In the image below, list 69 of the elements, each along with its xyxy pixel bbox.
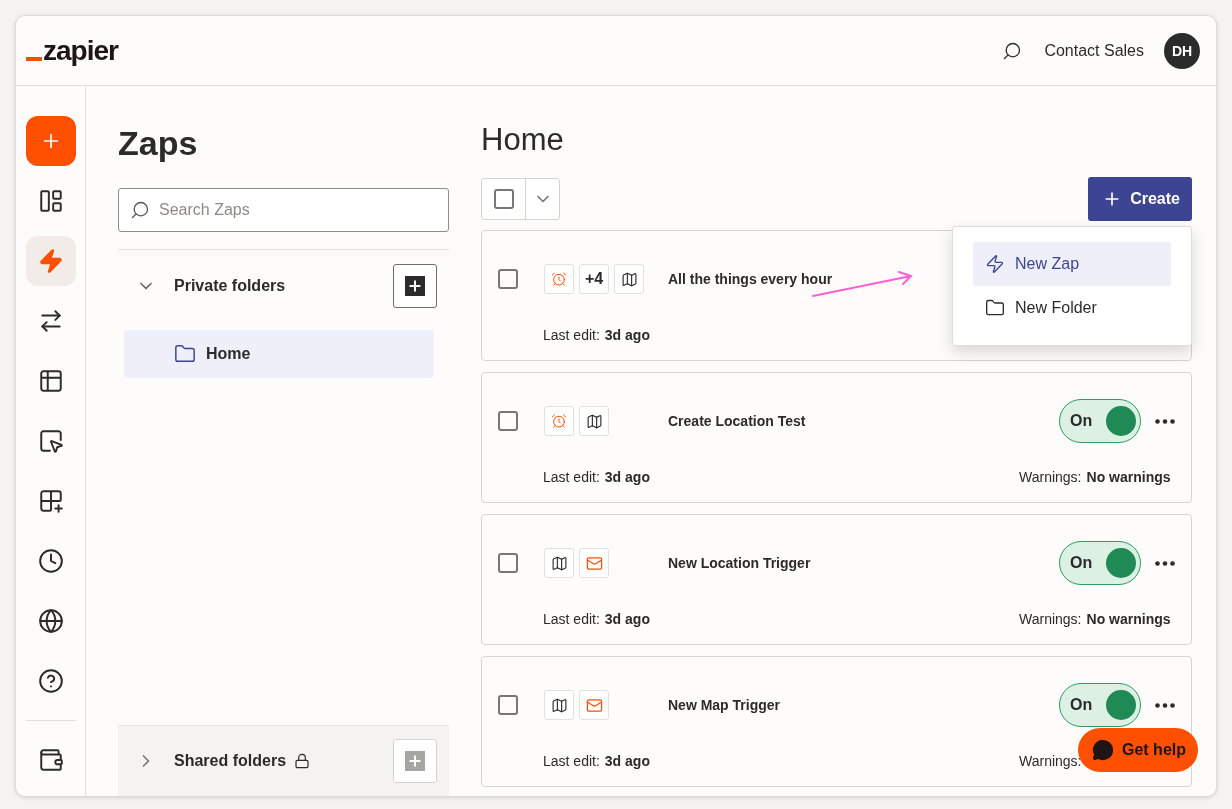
more-icon bbox=[1155, 418, 1175, 424]
mail-icon bbox=[585, 554, 603, 572]
folder-item[interactable]: Home bbox=[124, 330, 434, 378]
menu-item[interactable]: New Zap bbox=[973, 242, 1171, 286]
map-icon bbox=[585, 412, 603, 430]
zap-name[interactable]: New Map Trigger bbox=[668, 697, 781, 713]
apps-grid-icon bbox=[37, 488, 64, 514]
warnings-text: Warnings: No warnings bbox=[1019, 469, 1172, 485]
folder-title: Home bbox=[481, 121, 565, 159]
contact-sales-link[interactable]: Contact Sales bbox=[1044, 41, 1144, 60]
create-button[interactable] bbox=[25, 116, 76, 166]
add-folder-button[interactable] bbox=[393, 264, 437, 308]
checkbox[interactable] bbox=[498, 269, 518, 289]
more-apps-count: +4 bbox=[579, 264, 609, 294]
page-title: Zaps bbox=[118, 124, 199, 163]
create-button[interactable]: Create bbox=[1088, 177, 1192, 221]
plus-icon bbox=[405, 751, 425, 771]
plus-icon bbox=[405, 276, 425, 296]
globe-icon bbox=[37, 608, 64, 634]
lightning-bolt-icon bbox=[37, 248, 64, 274]
logo[interactable]: zapier bbox=[43, 34, 118, 67]
logo-underscore-icon bbox=[26, 56, 42, 61]
chat-bubble-icon bbox=[1092, 739, 1114, 761]
zap-name[interactable]: New Location Trigger bbox=[668, 555, 811, 571]
clock-icon bbox=[37, 548, 64, 574]
checkbox[interactable] bbox=[498, 695, 518, 715]
zaps-nav-button[interactable] bbox=[25, 236, 76, 286]
select-all-checkbox[interactable] bbox=[493, 189, 514, 209]
zap-name[interactable]: All the things every hour bbox=[668, 271, 833, 287]
zap-card[interactable]: Create Location Test On Last edit: 3d ago Warnings: No warnings bbox=[481, 372, 1192, 503]
last-edit-text: Last edit: 3d ago bbox=[543, 469, 650, 485]
mail-icon bbox=[585, 696, 603, 714]
wallet-icon bbox=[37, 747, 64, 773]
checkbox[interactable] bbox=[498, 411, 518, 431]
dashboard-icon bbox=[37, 188, 64, 214]
section-label: Shared folders bbox=[174, 752, 287, 770]
search-icon bbox=[130, 200, 150, 220]
lightning-bolt-icon bbox=[985, 254, 1005, 274]
checkbox[interactable] bbox=[498, 553, 518, 573]
more-icon bbox=[1155, 702, 1175, 708]
more-options-button[interactable] bbox=[1155, 418, 1175, 424]
get-help-button[interactable]: Get help bbox=[1078, 728, 1198, 772]
folder-icon bbox=[174, 343, 196, 365]
last-edit-text: Last edit: 3d ago bbox=[543, 327, 650, 343]
on-off-toggle[interactable]: On bbox=[1059, 683, 1141, 727]
zap-card[interactable]: New Location Trigger On Last edit: 3d ago Warnings: No warnings bbox=[481, 514, 1192, 645]
map-icon bbox=[620, 270, 638, 288]
on-off-toggle[interactable]: On bbox=[1059, 399, 1141, 443]
zap-name[interactable]: Create Location Test bbox=[668, 413, 806, 429]
help-icon bbox=[37, 668, 64, 694]
table-icon bbox=[37, 368, 64, 394]
more-options-button[interactable] bbox=[1155, 702, 1175, 708]
more-icon bbox=[1155, 560, 1175, 566]
more-options-button[interactable] bbox=[1155, 560, 1175, 566]
map-icon bbox=[550, 554, 568, 572]
warnings-text: Warnings: No warnings bbox=[1019, 611, 1172, 627]
map-icon bbox=[550, 696, 568, 714]
search-icon[interactable] bbox=[1002, 40, 1023, 61]
alarm-clock-icon bbox=[551, 413, 567, 429]
folder-icon bbox=[985, 298, 1005, 318]
avatar[interactable]: DH bbox=[1164, 32, 1200, 69]
on-off-toggle[interactable]: On bbox=[1059, 541, 1141, 585]
section-label: Private folders bbox=[174, 277, 286, 295]
menu-item[interactable]: New Folder bbox=[973, 286, 1171, 330]
alarm-clock-icon bbox=[551, 271, 567, 287]
cursor-square-icon bbox=[37, 428, 64, 454]
last-edit-text: Last edit: 3d ago bbox=[543, 611, 650, 627]
search-field[interactable]: Search Zaps bbox=[118, 188, 449, 232]
last-edit-text: Last edit: 3d ago bbox=[543, 753, 650, 769]
